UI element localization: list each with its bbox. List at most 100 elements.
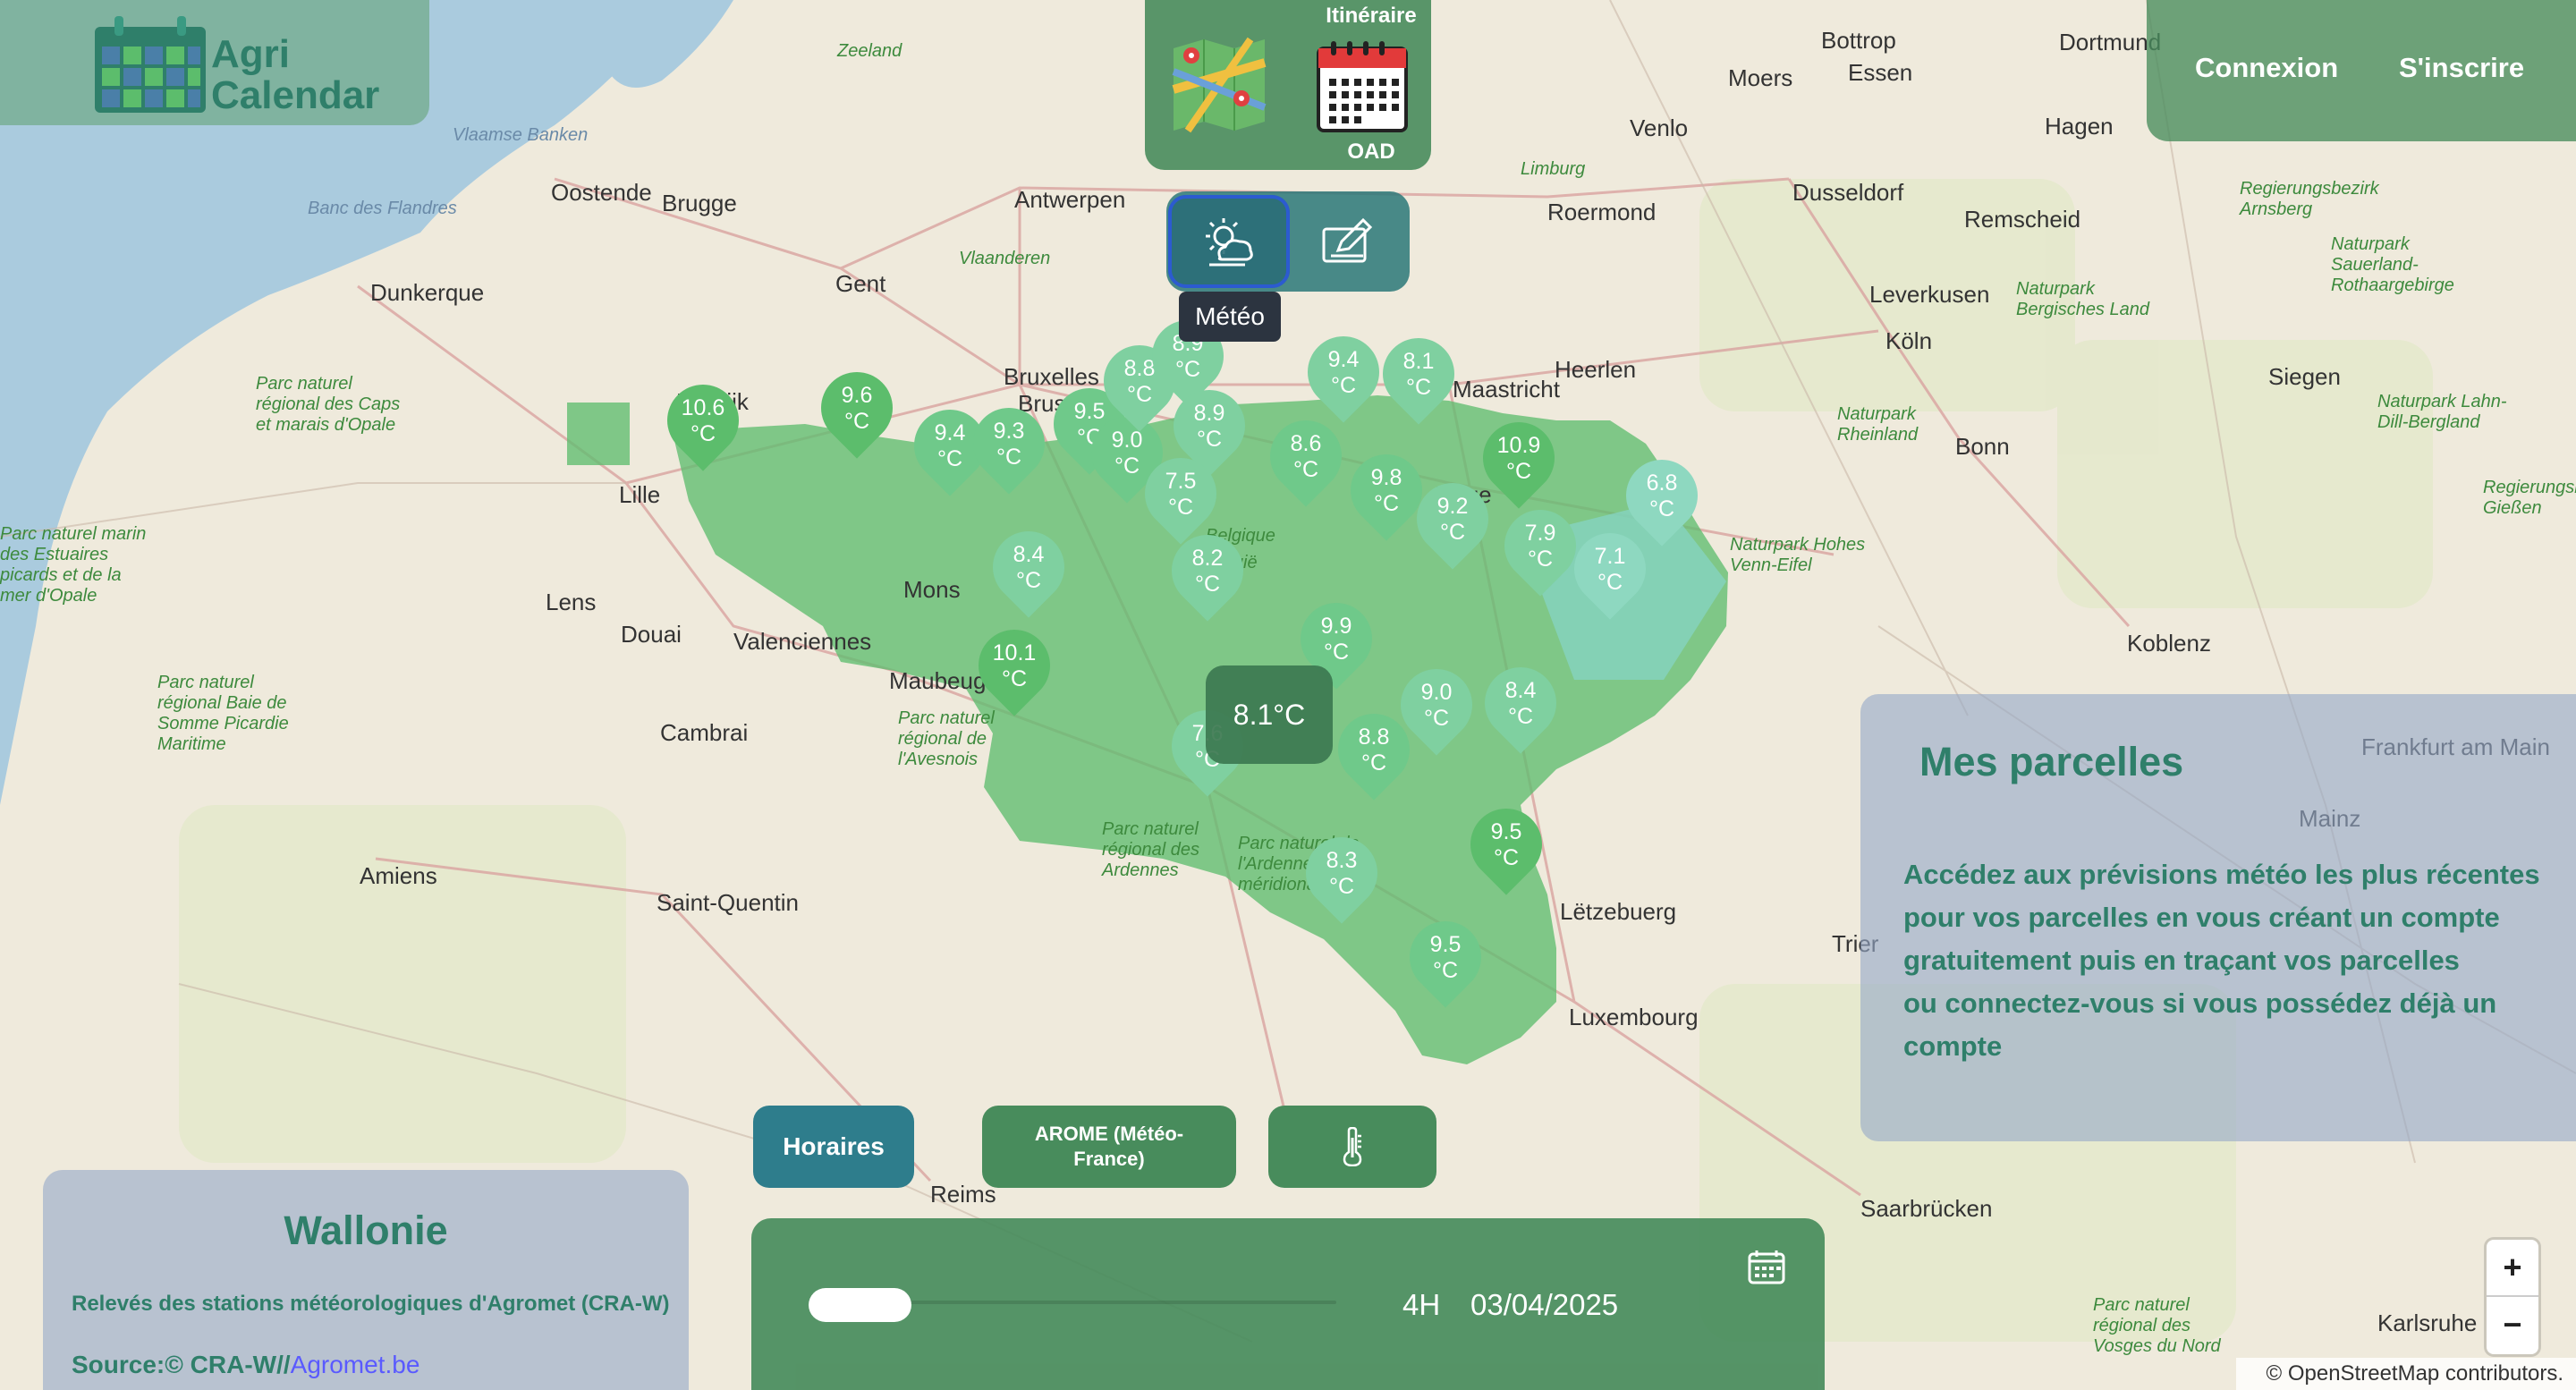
- temperature-pin[interactable]: 8.4 °C: [978, 516, 1080, 621]
- pin-value: 8.4: [1013, 542, 1045, 567]
- nav-itineraire-label[interactable]: Itinéraire: [1313, 4, 1429, 29]
- pin-temperature-text: 8.2 °C: [1172, 546, 1243, 598]
- map-city-label: Leverkusen: [1869, 281, 1990, 308]
- temperature-pin[interactable]: 9.4 °C: [1292, 321, 1394, 426]
- nav-oad[interactable]: [1315, 39, 1410, 134]
- horaires-button[interactable]: Horaires: [753, 1106, 914, 1188]
- pin-value: 10.9: [1496, 433, 1541, 458]
- map-city-label: Valenciennes: [733, 628, 872, 655]
- temperature-pin[interactable]: 9.3 °C: [958, 393, 1060, 497]
- logo-panel[interactable]: Agri Calendar: [0, 0, 429, 125]
- thermometer-button[interactable]: [1268, 1106, 1436, 1188]
- weather-tooltip: Météo: [1179, 292, 1281, 342]
- temperature-pin[interactable]: 8.6 °C: [1255, 405, 1357, 510]
- temperature-pin[interactable]: 8.1 °C: [1368, 323, 1470, 428]
- temperature-pin[interactable]: 9.2 °C: [1402, 468, 1504, 572]
- wallonie-source: Source:© CRA-W//Agromet.be: [72, 1351, 419, 1379]
- temperature-pin[interactable]: 9.8 °C: [1335, 439, 1437, 544]
- pin-temperature-text: 10.1 °C: [979, 640, 1050, 692]
- parcelles-text-line1: Accédez aux prévisions météo les plus ré…: [1903, 859, 2540, 976]
- temperature-pin[interactable]: 9.6 °C: [806, 357, 908, 462]
- time-slider-handle[interactable]: [809, 1288, 911, 1322]
- temperature-pin[interactable]: 8.2 °C: [1157, 520, 1258, 624]
- temperature-pin[interactable]: 7.9 °C: [1489, 495, 1591, 599]
- wallonie-panel: Wallonie Relevés des stations météorolog…: [43, 1170, 689, 1390]
- pin-value: 9.0: [1420, 680, 1453, 705]
- map-region-label: Parc naturel régional des Vosges du Nord: [2093, 1295, 2221, 1356]
- pin-temperature-text: 9.8 °C: [1351, 465, 1422, 517]
- pin-temperature-text: 8.6 °C: [1270, 431, 1342, 483]
- signup-button[interactable]: S'inscrire: [2399, 52, 2524, 84]
- edit-mode-button[interactable]: [1286, 195, 1408, 288]
- pin-temperature-text: 9.5 °C: [1410, 932, 1481, 984]
- nav-oad-label[interactable]: OAD: [1313, 140, 1429, 165]
- pin-unit: °C: [1423, 706, 1450, 731]
- map-city-label: Antwerpen: [1014, 186, 1126, 213]
- zoom-in-button[interactable]: +: [2487, 1240, 2538, 1297]
- source-prefix: Source:© CRA-W//: [72, 1351, 291, 1378]
- calendar-small-icon[interactable]: [1748, 1249, 1785, 1284]
- temperature-pin[interactable]: 8.3 °C: [1291, 822, 1393, 927]
- pin-temperature-text: 8.1 °C: [1383, 349, 1454, 401]
- map-region-label: Naturpark Lahn-Dill-Bergland: [2377, 392, 2507, 432]
- temperature-pin[interactable]: 8.8 °C: [1323, 699, 1425, 803]
- pin-value: 8.6: [1290, 431, 1322, 456]
- map-city-label: Karlsruhe: [2377, 1309, 2478, 1336]
- temperature-pin[interactable]: 6.8 °C: [1611, 445, 1713, 549]
- weather-mode-button[interactable]: [1168, 195, 1290, 288]
- map-city-label: Maastricht: [1453, 376, 1560, 403]
- calendar-grid-icon: [95, 16, 206, 113]
- map-city-label: Oostende: [551, 179, 652, 206]
- pin-unit: °C: [1001, 666, 1028, 691]
- pin-unit: °C: [1405, 375, 1432, 400]
- map-city-label: Brugge: [662, 190, 737, 216]
- map-region-label: Vlaanderen: [959, 249, 1051, 268]
- temperature-pin[interactable]: 9.5 °C: [1455, 793, 1557, 898]
- pin-unit: °C: [1505, 459, 1532, 484]
- pin-value: 9.9: [1320, 614, 1352, 639]
- map-region-label: Parc naturel régional des Ardennes: [1102, 819, 1199, 880]
- map-city-label: Roermond: [1547, 199, 1657, 225]
- pin-unit: °C: [1360, 750, 1387, 776]
- map-city-label: Koblenz: [2127, 630, 2211, 657]
- pin-value: 9.2: [1436, 494, 1469, 519]
- temperature-pin[interactable]: 8.4 °C: [1470, 652, 1572, 757]
- login-button[interactable]: Connexion: [2195, 52, 2338, 84]
- map-region-label: Naturpark Hohes Venn-Eifel: [1730, 535, 1866, 575]
- parcelles-text: Accédez aux prévisions météo les plus ré…: [1903, 853, 2565, 1068]
- pin-unit: °C: [1373, 491, 1400, 516]
- agromet-link[interactable]: Agromet.be: [291, 1351, 420, 1378]
- calendar-icon: [1317, 41, 1408, 132]
- map-region-label: Naturpark Rheinland: [1837, 404, 1919, 445]
- pin-temperature-text: 7.1 °C: [1574, 544, 1646, 596]
- map-city-label: Bottrop: [1821, 27, 1896, 54]
- pin-unit: °C: [1328, 874, 1355, 899]
- temperature-pin[interactable]: 10.1 °C: [963, 614, 1065, 719]
- auth-panel: Connexion S'inscrire: [2147, 0, 2576, 141]
- zoom-control: + −: [2487, 1240, 2538, 1354]
- temperature-pin[interactable]: 9.0 °C: [1385, 654, 1487, 759]
- temperature-pin[interactable]: 10.6 °C: [652, 369, 754, 474]
- map-city-label: Hagen: [2045, 113, 2114, 140]
- temperature-pin[interactable]: 10.9 °C: [1468, 407, 1570, 512]
- map-region-label: Regierungsbezirk Arnsberg: [2240, 179, 2379, 219]
- zoom-out-button[interactable]: −: [2487, 1297, 2538, 1352]
- pin-unit: °C: [1439, 520, 1466, 545]
- pin-temperature-text: 9.3 °C: [973, 419, 1045, 470]
- map-attribution: © OpenStreetMap contributors.: [2236, 1358, 2576, 1390]
- model-selector-button[interactable]: AROME (Météo-France): [982, 1106, 1236, 1188]
- nav-itineraire[interactable]: [1170, 36, 1268, 134]
- pin-temperature-text: 9.2 °C: [1417, 494, 1488, 546]
- pin-temperature-text: 9.4 °C: [1308, 347, 1379, 399]
- parcelles-text-line2: ou connectez-vous si vous possédez déjà …: [1903, 987, 2497, 1062]
- temperature-pin[interactable]: 9.5 °C: [1394, 906, 1496, 1011]
- pin-temperature-text: 8.8 °C: [1338, 725, 1410, 776]
- pin-value: 10.1: [992, 640, 1037, 665]
- map-region-label: Parc naturel marin des Estuaires picards…: [0, 524, 147, 606]
- map-city-label: Saarbrücken: [1860, 1195, 1993, 1222]
- pin-temperature-text: 8.4 °C: [993, 542, 1064, 594]
- time-control-panel: 4H 03/04/2025: [751, 1218, 1825, 1390]
- pin-unit: °C: [1648, 496, 1675, 521]
- pin-temperature-text: 9.5 °C: [1470, 819, 1542, 871]
- map-city-label: Lëtzebuerg: [1560, 898, 1677, 925]
